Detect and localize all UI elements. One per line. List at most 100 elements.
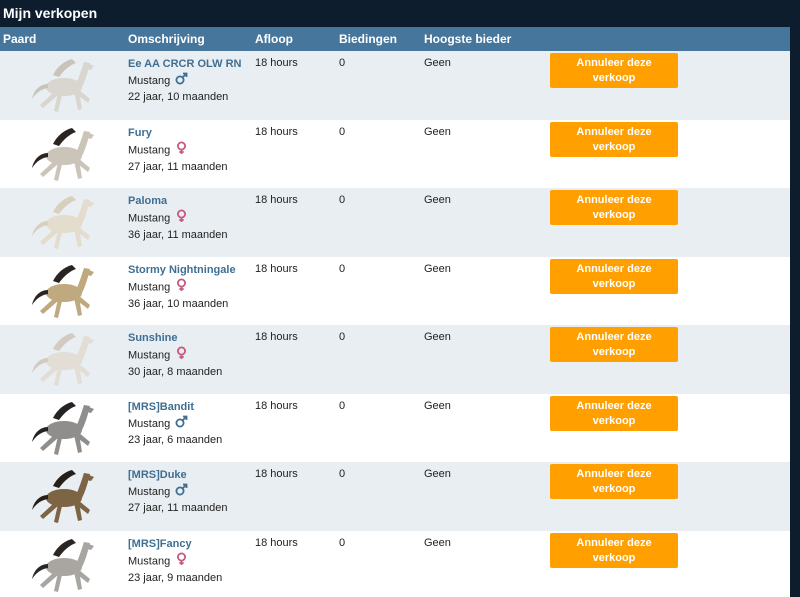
header-afloop: Afloop	[255, 32, 293, 46]
page-title: Mijn verkopen	[0, 0, 790, 27]
button-label-line1: Annuleer deze	[576, 468, 652, 480]
horse-breed: Mustang	[128, 280, 171, 293]
female-icon	[175, 552, 188, 571]
description-cell: Paloma Mustang 36 jaar, 11 maanden	[128, 194, 227, 243]
horse-breed: Mustang	[128, 417, 171, 430]
description-cell: [MRS]Duke Mustang 27 jaar, 11 maanden	[128, 468, 227, 516]
hoogste-bieder-cell: Geen	[424, 194, 451, 206]
button-label-line1: Annuleer deze	[576, 262, 652, 275]
annuleer-verkoop-button[interactable]: Annuleer deze verkoop	[550, 121, 678, 157]
male-icon	[175, 483, 188, 501]
horse-name-link[interactable]: Paloma	[128, 194, 227, 209]
table-row: [MRS]Fancy Mustang 23 jaar, 9 maanden 18…	[0, 530, 790, 597]
female-icon	[175, 346, 188, 365]
table-row: Fury Mustang 27 jaar, 11 maanden 18 hour…	[0, 119, 790, 188]
biedingen-cell: 0	[339, 331, 346, 343]
male-icon	[175, 72, 188, 90]
hoogste-bieder-cell: Geen	[424, 468, 451, 480]
horse-name-link[interactable]: Stormy Nightningale	[128, 263, 236, 278]
horse-age: 23 jaar, 6 maanden	[128, 433, 223, 446]
header-hoogste-bieder: Hoogste bieder	[424, 32, 512, 46]
biedingen-cell: 0	[339, 125, 346, 138]
table-header: Paard Omschrijving Afloop Biedingen Hoog…	[0, 27, 790, 51]
horse-name-link[interactable]: Fury	[128, 126, 227, 141]
header-omschrijving: Omschrijving	[128, 32, 205, 46]
afloop-cell: 18 hours	[255, 57, 298, 69]
horse-image[interactable]	[24, 53, 108, 117]
biedingen-cell: 0	[339, 262, 346, 275]
hoogste-bieder-cell: Geen	[424, 57, 451, 69]
horse-age: 36 jaar, 10 maanden	[128, 297, 229, 310]
horse-image[interactable]	[24, 122, 108, 186]
table-row: Sunshine Mustang 30 jaar, 8 maanden 18 h…	[0, 325, 790, 394]
afloop-cell: 18 hours	[255, 331, 298, 343]
biedingen-cell: 0	[339, 468, 346, 480]
horse-image[interactable]	[24, 533, 108, 597]
table-row: [MRS]Bandit Mustang 23 jaar, 6 maanden 1…	[0, 393, 790, 462]
horse-icon	[32, 401, 94, 455]
biedingen-cell: 0	[339, 399, 346, 412]
button-label-line2: verkoop	[592, 277, 636, 290]
horse-breed: Mustang	[128, 143, 171, 156]
annuleer-verkoop-button[interactable]: Annuleer deze verkoop	[550, 532, 678, 568]
afloop-cell: 18 hours	[255, 536, 298, 549]
horse-name-link[interactable]: [MRS]Bandit	[128, 400, 222, 415]
button-label-line1: Annuleer deze	[576, 57, 652, 69]
header-biedingen: Biedingen	[339, 32, 398, 46]
horse-icon	[32, 538, 94, 592]
annuleer-verkoop-button[interactable]: Annuleer deze verkoop	[550, 327, 678, 362]
annuleer-verkoop-button[interactable]: Annuleer deze verkoop	[550, 395, 678, 431]
annuleer-verkoop-button[interactable]: Annuleer deze verkoop	[550, 464, 678, 499]
button-label-line1: Annuleer deze	[576, 399, 652, 412]
annuleer-verkoop-button[interactable]: Annuleer deze verkoop	[550, 190, 678, 225]
table-body: Ee AA CRCR OLW RN Mustang 22 jaar, 10 ma…	[0, 51, 790, 597]
horse-age: 22 jaar, 10 maanden	[128, 91, 229, 103]
annuleer-verkoop-button[interactable]: Annuleer deze verkoop	[550, 258, 678, 294]
horse-name-link[interactable]: [MRS]Fancy	[128, 537, 222, 552]
table-row: Stormy Nightningale Mustang 36 jaar, 10 …	[0, 256, 790, 325]
horse-age: 36 jaar, 11 maanden	[128, 229, 228, 241]
table-row: Paloma Mustang 36 jaar, 11 maanden 18 ho…	[0, 188, 790, 257]
biedingen-cell: 0	[339, 57, 346, 69]
horse-image[interactable]	[24, 396, 108, 460]
horse-name-link[interactable]: Sunshine	[128, 331, 222, 346]
horse-image[interactable]	[24, 190, 108, 254]
horse-icon	[32, 264, 94, 318]
afloop-cell: 18 hours	[255, 399, 298, 412]
sales-table: Paard Omschrijving Afloop Biedingen Hoog…	[0, 27, 790, 597]
horse-name-link[interactable]: Ee AA CRCR OLW RN	[128, 57, 241, 72]
button-label-line2: verkoop	[592, 551, 636, 564]
horse-icon	[32, 127, 94, 181]
horse-image[interactable]	[24, 327, 108, 391]
sales-window: Mijn verkopen Paard Omschrijving Afloop …	[0, 0, 800, 597]
horse-name-link[interactable]: [MRS]Duke	[128, 468, 227, 483]
horse-icon	[32, 470, 94, 523]
horse-breed: Mustang	[128, 349, 171, 362]
horse-age: 23 jaar, 9 maanden	[128, 571, 223, 584]
button-label-line1: Annuleer deze	[576, 536, 652, 549]
horse-breed: Mustang	[128, 74, 171, 87]
button-label-line2: verkoop	[592, 140, 636, 153]
hoogste-bieder-cell: Geen	[424, 536, 451, 549]
female-icon	[175, 141, 188, 160]
horse-image[interactable]	[24, 259, 108, 323]
afloop-cell: 18 hours	[255, 468, 298, 480]
button-label-line1: Annuleer deze	[576, 194, 652, 206]
afloop-cell: 18 hours	[255, 262, 298, 275]
button-label-line2: verkoop	[592, 346, 636, 358]
afloop-cell: 18 hours	[255, 125, 298, 138]
annuleer-verkoop-button[interactable]: Annuleer deze verkoop	[550, 53, 678, 88]
description-cell: Ee AA CRCR OLW RN Mustang 22 jaar, 10 ma…	[128, 57, 241, 105]
button-label-line1: Annuleer deze	[576, 125, 652, 138]
button-label-line1: Annuleer deze	[576, 331, 652, 343]
header-paard: Paard	[3, 32, 37, 46]
description-cell: [MRS]Bandit Mustang 23 jaar, 6 maanden	[128, 400, 222, 448]
horse-icon	[32, 333, 94, 386]
female-icon	[175, 209, 188, 228]
horse-breed: Mustang	[128, 485, 171, 498]
hoogste-bieder-cell: Geen	[424, 262, 451, 275]
horse-breed: Mustang	[128, 212, 171, 225]
table-row: [MRS]Duke Mustang 27 jaar, 11 maanden 18…	[0, 462, 790, 531]
button-label-line2: verkoop	[592, 483, 636, 495]
horse-image[interactable]	[24, 464, 108, 528]
